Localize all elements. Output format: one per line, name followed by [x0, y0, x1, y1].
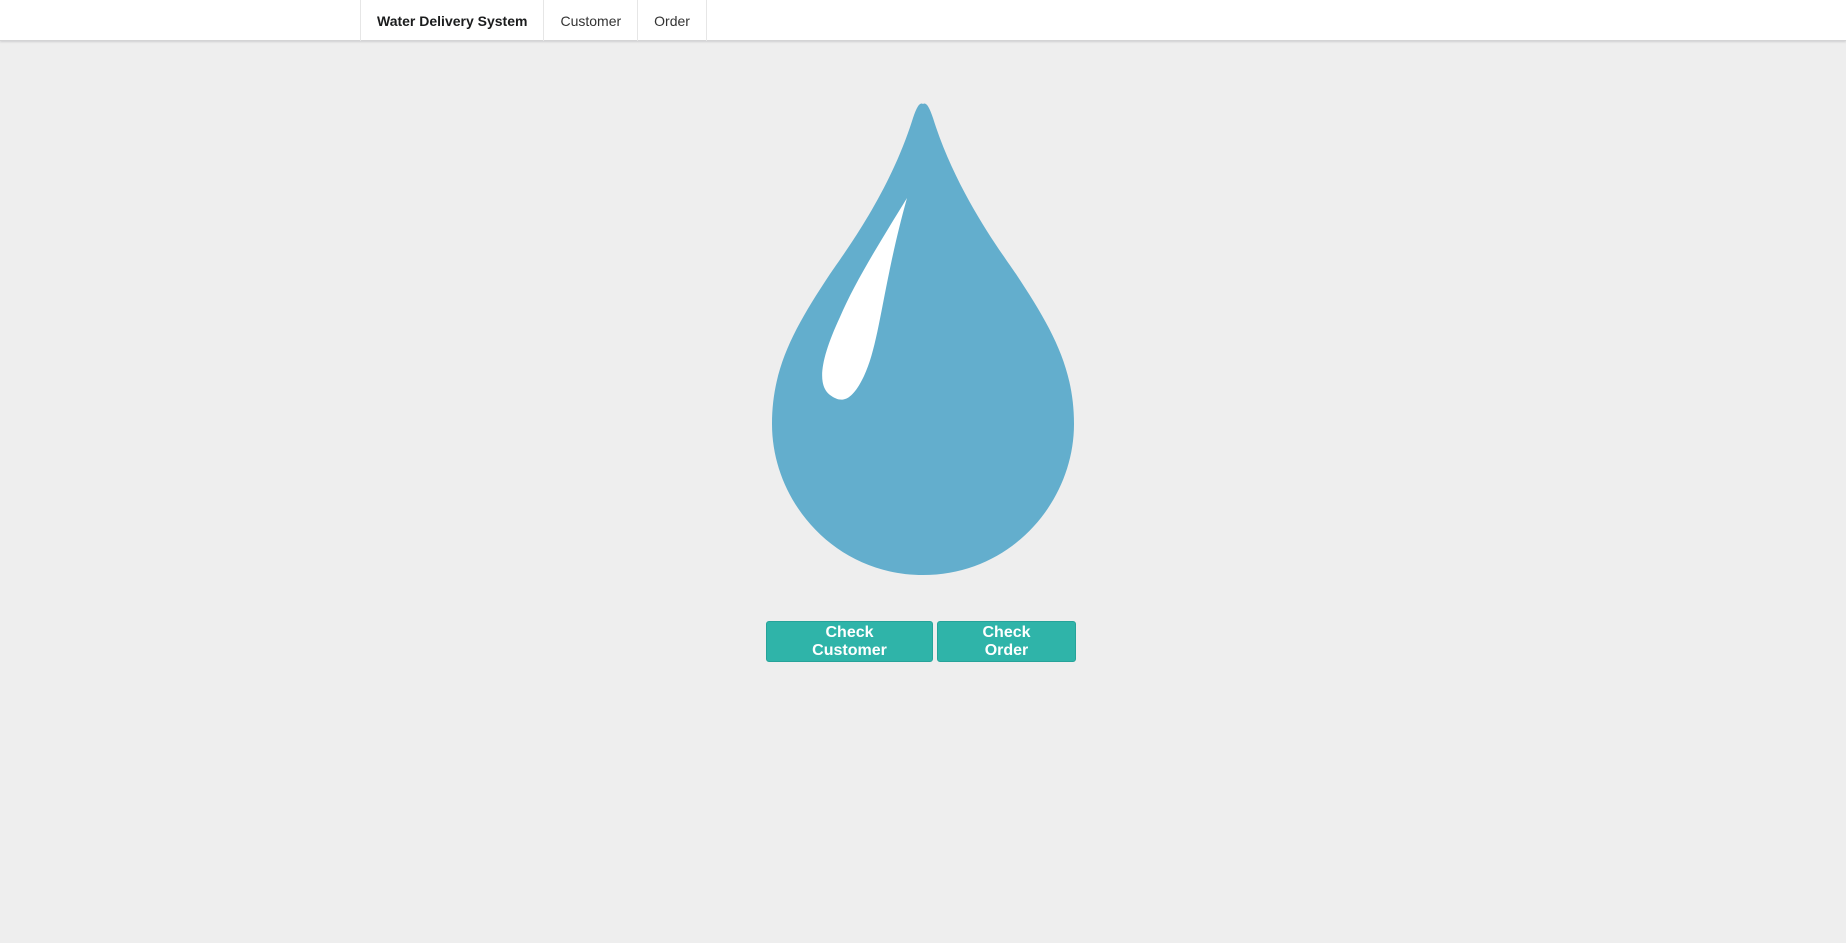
nav-item-customer-label: Customer [560, 12, 622, 29]
action-buttons: Check Customer Check Order [766, 621, 1076, 662]
check-customer-button[interactable]: Check Customer [766, 621, 933, 662]
check-order-button[interactable]: Check Order [937, 621, 1076, 662]
nav-item-customer[interactable]: Customer [544, 0, 639, 41]
water-drop-icon [772, 103, 1074, 575]
nav-brand-label: Water Delivery System [377, 12, 528, 29]
nav-item-order-label: Order [654, 12, 690, 29]
nav-item-order[interactable]: Order [638, 0, 707, 41]
top-navbar: Water Delivery System Customer Order [0, 0, 1846, 41]
nav-menu: Water Delivery System Customer Order [360, 0, 707, 41]
water-drop-body [772, 103, 1074, 575]
nav-brand[interactable]: Water Delivery System [361, 0, 545, 41]
water-drop-logo [770, 102, 1076, 578]
